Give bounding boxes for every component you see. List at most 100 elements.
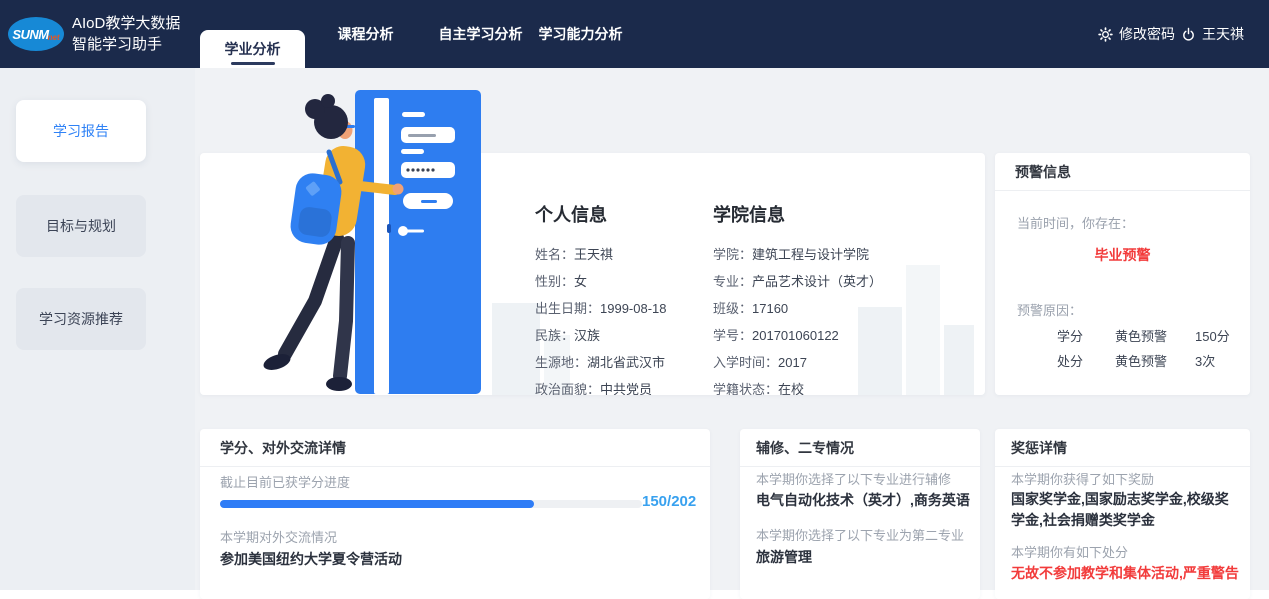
reason-level: 黄色预警 bbox=[1115, 351, 1181, 370]
reason-value: 150分 bbox=[1195, 326, 1230, 345]
info-value: 产品艺术设计（英才） bbox=[752, 274, 882, 289]
info-row: 入学时间：2017 bbox=[713, 349, 973, 376]
info-label: 性别： bbox=[535, 274, 574, 289]
sunmnet-logo: SUNMnet bbox=[8, 15, 64, 53]
skyline-decoration bbox=[492, 303, 540, 395]
info-row: 民族：汉族 bbox=[535, 322, 705, 349]
info-row: 班级：17160 bbox=[713, 295, 973, 322]
change-password-button[interactable]: 修改密码 bbox=[1098, 0, 1175, 68]
sidebar-item-study-report[interactable]: 学习报告 bbox=[16, 100, 146, 162]
personal-info-title: 个人信息 bbox=[535, 201, 705, 227]
college-info-section: 学院信息 学院：建筑工程与设计学院 专业：产品艺术设计（英才） 班级：17160… bbox=[713, 201, 973, 395]
logo-lens: SUNMnet bbox=[8, 17, 64, 51]
top-header: SUNMnet AIoD教学大数据 智能学习助手 学业分析 课程分析 自主学习分… bbox=[0, 0, 1269, 68]
info-value: 2017 bbox=[778, 355, 807, 370]
punishment-label: 本学期你有如下处分 bbox=[1011, 542, 1128, 561]
reason-level: 黄色预警 bbox=[1115, 326, 1181, 345]
sidebar-item-goals-planning[interactable]: 目标与规划 bbox=[16, 195, 146, 257]
info-label: 学院： bbox=[713, 247, 752, 262]
info-value: 建筑工程与设计学院 bbox=[752, 247, 869, 262]
info-label: 出生日期： bbox=[535, 301, 600, 316]
exchange-label: 本学期对外交流情况 bbox=[220, 527, 337, 546]
credit-progress-label: 截止目前已获学分进度 bbox=[220, 472, 350, 491]
logout-user-button[interactable]: 王天祺 bbox=[1181, 0, 1244, 68]
info-value: 女 bbox=[574, 274, 587, 289]
sidebar-item-label: 学习报告 bbox=[53, 121, 109, 141]
info-row: 生源地：湖北省武汉市 bbox=[535, 349, 705, 376]
info-value: 201701060122 bbox=[752, 328, 839, 343]
info-row: 出生日期：1999-08-18 bbox=[535, 295, 705, 322]
gear-icon bbox=[1098, 27, 1113, 42]
change-password-label: 修改密码 bbox=[1119, 24, 1175, 44]
credits-exchange-card: 学分、对外交流详情 截止目前已获学分进度 150/202 本学期对外交流情况 参… bbox=[200, 429, 710, 599]
reward-value: 国家奖学金,国家励志奖学金,校级奖学金,社会捐赠类奖学金 bbox=[1011, 489, 1237, 531]
punishment-value: 无故不参加教学和集体活动,严重警告 bbox=[1011, 563, 1239, 583]
info-label: 政治面貌： bbox=[535, 382, 600, 395]
info-row: 姓名：王天祺 bbox=[535, 241, 705, 268]
tab-label: 学习能力分析 bbox=[539, 24, 623, 44]
warning-card-title: 预警信息 bbox=[995, 153, 1250, 191]
minor-second-major-card: 辅修、二专情况 本学期你选择了以下专业进行辅修 电气自动化技术（英才）,商务英语… bbox=[740, 429, 980, 599]
info-row: 政治面貌：中共党员 bbox=[535, 376, 705, 395]
info-row: 学院：建筑工程与设计学院 bbox=[713, 241, 973, 268]
personal-info-section: 个人信息 姓名：王天祺 性别：女 出生日期：1999-08-18 民族：汉族 生… bbox=[535, 201, 705, 395]
minor-label: 本学期你选择了以下专业进行辅修 bbox=[756, 469, 951, 488]
minor-value: 电气自动化技术（英才）,商务英语 bbox=[756, 490, 970, 510]
exchange-value: 参加美国纽约大学夏令营活动 bbox=[220, 549, 402, 569]
active-tab-underline bbox=[231, 62, 275, 65]
info-label: 入学时间： bbox=[713, 355, 778, 370]
credit-progress-bar bbox=[220, 500, 642, 508]
minor-card-title: 辅修、二专情况 bbox=[740, 429, 980, 467]
student-door-illustration bbox=[255, 88, 495, 396]
app-title: AIoD教学大数据 智能学习助手 bbox=[72, 13, 180, 55]
app-title-line1: AIoD教学大数据 bbox=[72, 13, 180, 34]
tab-course-analysis[interactable]: 课程分析 bbox=[318, 0, 413, 68]
sidebar-item-resource-recommendation[interactable]: 学习资源推荐 bbox=[16, 288, 146, 350]
warning-reason-row: 处分 黄色预警 3次 bbox=[1057, 348, 1230, 373]
info-value: 湖北省武汉市 bbox=[587, 355, 665, 370]
info-value: 1999-08-18 bbox=[600, 301, 667, 316]
info-row: 学号：201701060122 bbox=[713, 322, 973, 349]
logo-brand-suffix: net bbox=[48, 33, 60, 42]
info-value: 王天祺 bbox=[574, 247, 613, 262]
warning-current-label: 当前时间，你存在： bbox=[1017, 213, 1134, 232]
second-major-label: 本学期你选择了以下专业为第二专业 bbox=[756, 525, 964, 544]
credit-progress-fill bbox=[220, 500, 534, 508]
warning-reason-label: 预警原因： bbox=[1017, 300, 1082, 319]
info-value: 汉族 bbox=[574, 328, 600, 343]
credits-card-title: 学分、对外交流详情 bbox=[200, 429, 710, 467]
rewards-card-title: 奖惩详情 bbox=[995, 429, 1250, 467]
info-label: 生源地： bbox=[535, 355, 587, 370]
warning-name: 毕业预警 bbox=[995, 245, 1250, 265]
info-value: 17160 bbox=[752, 301, 788, 316]
app-title-line2: 智能学习助手 bbox=[72, 34, 180, 55]
reward-label: 本学期你获得了如下奖励 bbox=[1011, 469, 1154, 488]
info-row: 专业：产品艺术设计（英才） bbox=[713, 268, 973, 295]
warning-reason-list: 学分 黄色预警 150分 处分 黄色预警 3次 bbox=[1057, 323, 1230, 373]
sidebar-item-label: 学习资源推荐 bbox=[39, 309, 123, 329]
warning-reason-row: 学分 黄色预警 150分 bbox=[1057, 323, 1230, 348]
logo-brand-text: SUNM bbox=[12, 27, 48, 42]
info-value: 在校 bbox=[778, 382, 804, 395]
sidebar-item-label: 目标与规划 bbox=[46, 216, 116, 236]
power-icon bbox=[1181, 27, 1196, 42]
sidebar: 学习报告 目标与规划 学习资源推荐 bbox=[0, 68, 195, 590]
info-label: 班级： bbox=[713, 301, 752, 316]
tab-label: 自主学习分析 bbox=[439, 24, 523, 44]
rewards-punishments-card: 奖惩详情 本学期你获得了如下奖励 国家奖学金,国家励志奖学金,校级奖学金,社会捐… bbox=[995, 429, 1250, 599]
tab-label: 学业分析 bbox=[225, 39, 281, 59]
info-row: 性别：女 bbox=[535, 268, 705, 295]
reason-value: 3次 bbox=[1195, 351, 1230, 370]
info-value: 中共党员 bbox=[600, 382, 652, 395]
info-label: 学号： bbox=[713, 328, 752, 343]
reason-item: 处分 bbox=[1057, 351, 1101, 370]
college-info-title: 学院信息 bbox=[713, 201, 973, 227]
app-root: SUNMnet AIoD教学大数据 智能学习助手 学业分析 课程分析 自主学习分… bbox=[0, 0, 1269, 599]
tab-label: 课程分析 bbox=[338, 24, 394, 44]
tab-learning-ability-analysis[interactable]: 学习能力分析 bbox=[518, 0, 643, 68]
warning-info-card: 预警信息 当前时间，你存在： 毕业预警 预警原因： 学分 黄色预警 150分 处… bbox=[995, 153, 1250, 395]
second-major-value: 旅游管理 bbox=[756, 547, 812, 567]
info-label: 民族： bbox=[535, 328, 574, 343]
tab-academic-analysis[interactable]: 学业分析 bbox=[200, 30, 305, 68]
reason-item: 学分 bbox=[1057, 326, 1101, 345]
